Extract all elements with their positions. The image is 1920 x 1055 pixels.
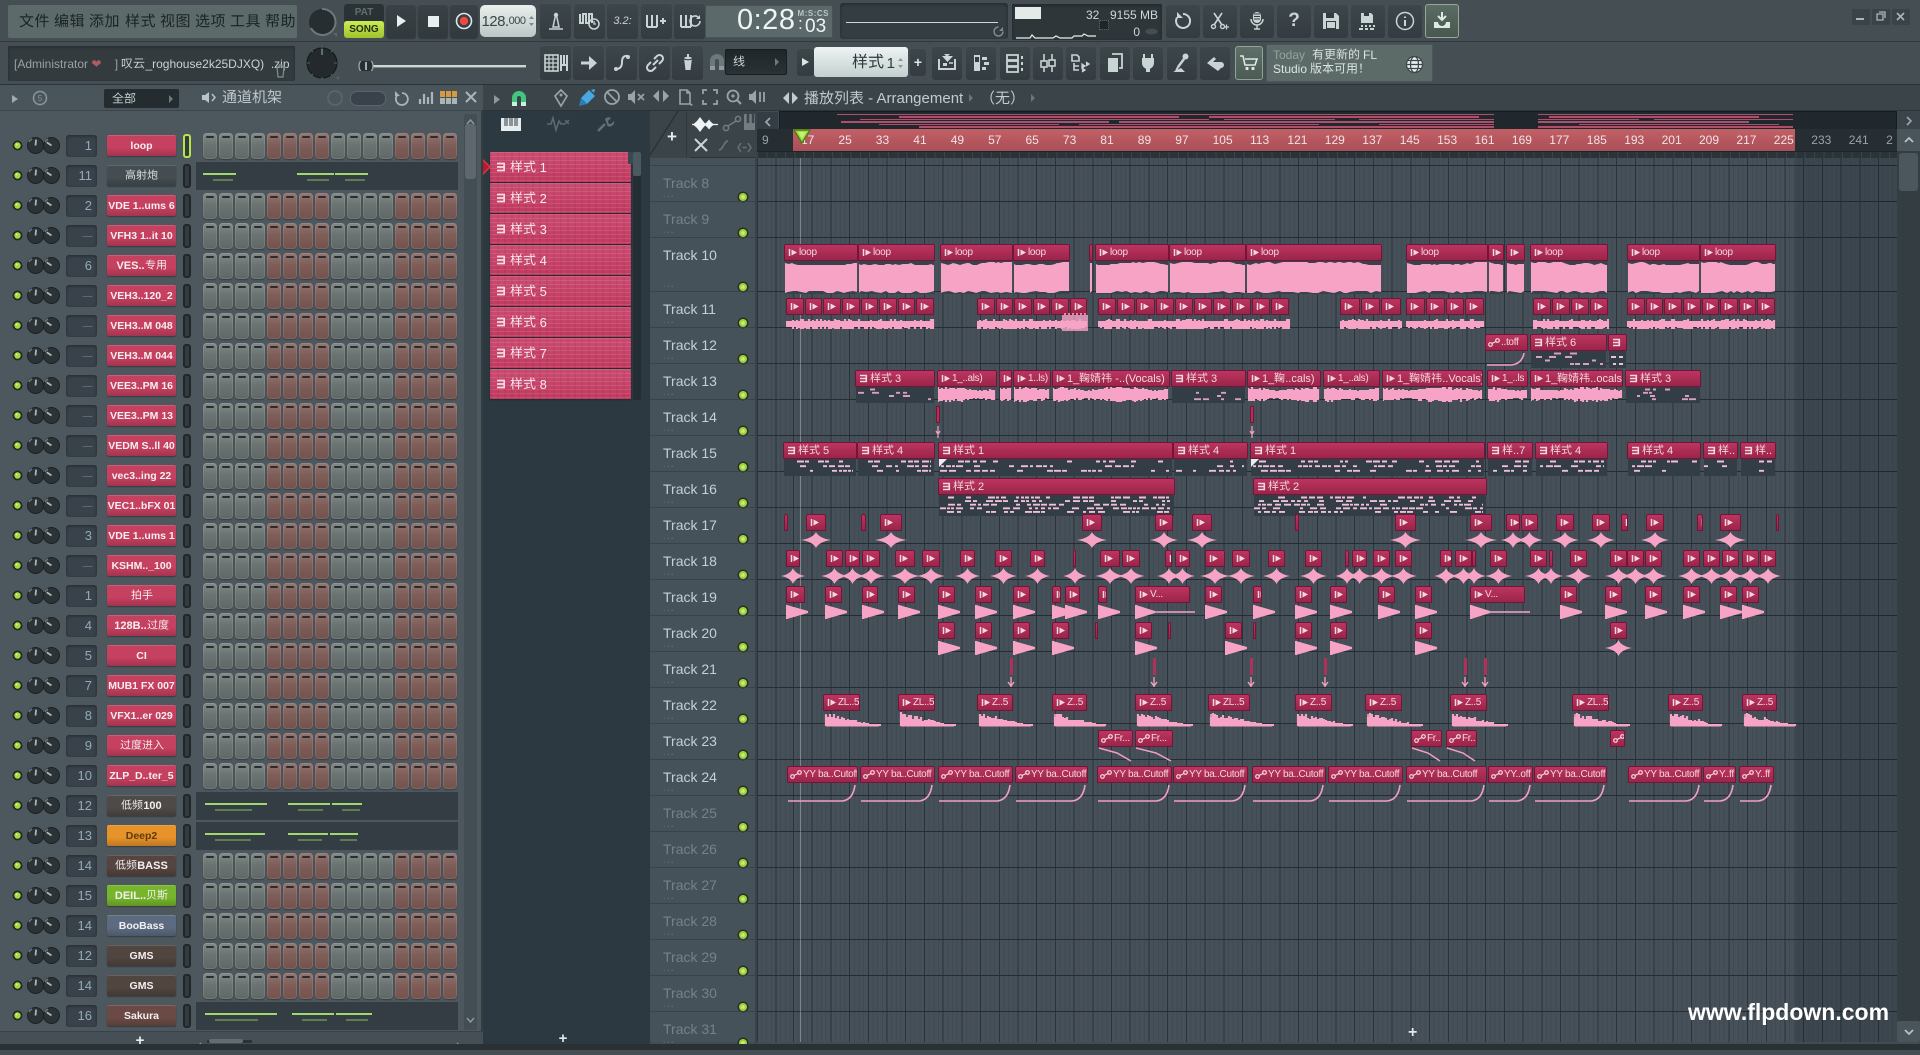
svg-text:5: 5 xyxy=(38,94,43,103)
